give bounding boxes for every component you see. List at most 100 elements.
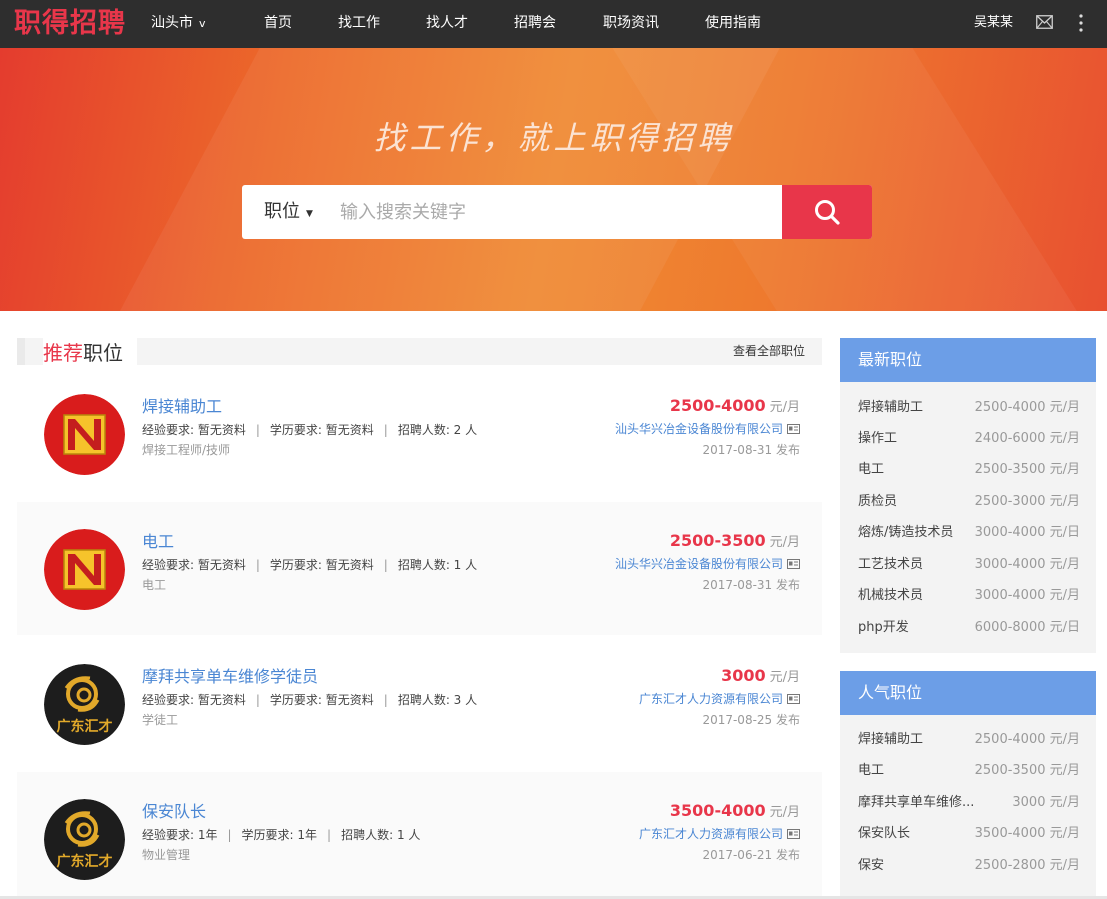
- latest-job-salary: 3000-4000 元/月: [974, 557, 1080, 572]
- search-icon: [815, 200, 840, 225]
- post-date: 2017-08-31 发布: [702, 578, 800, 592]
- latest-job-row[interactable]: 工艺技术员 3000-4000 元/月: [858, 556, 1080, 574]
- latest-jobs-panel: 最新职位 焊接辅助工 2500-4000 元/月 操作工 2400-6000 元/月…: [840, 338, 1096, 653]
- hire-count: 招聘人数: 2 人: [397, 423, 478, 437]
- job-title[interactable]: 电工: [142, 532, 174, 552]
- nav-item-find-talent[interactable]: 找人才: [426, 14, 468, 32]
- company-logo[interactable]: 广东汇才: [44, 799, 125, 880]
- job-requirements: 经验要求: 暂无资料 | 学历要求: 暂无资料 | 招聘人数: 1 人: [142, 558, 478, 572]
- popular-job-name: 焊接辅助工: [858, 732, 924, 747]
- search-type-dropdown[interactable]: 职位 ▼: [264, 201, 313, 225]
- salary-amount: 3000: [721, 666, 766, 685]
- job-category: 焊接工程师/技师: [142, 443, 231, 457]
- hire-count: 招聘人数: 1 人: [397, 558, 478, 572]
- company-link[interactable]: 汕头华兴冶金设备股份有限公司: [615, 421, 800, 437]
- latest-job-salary: 2500-3500 元/月: [974, 462, 1080, 477]
- company-logo[interactable]: [44, 394, 125, 475]
- exp-requirement: 经验要求: 暂无资料: [142, 423, 246, 437]
- company-logo[interactable]: 广东汇才: [44, 664, 125, 745]
- search-type-label: 职位: [264, 201, 300, 222]
- company-link[interactable]: 广东汇才人力资源有限公司: [639, 826, 800, 842]
- hero-slogan: 找工作，就上职得招聘: [373, 119, 734, 157]
- popular-job-name: 电工: [858, 763, 885, 778]
- latest-job-name: 操作工: [858, 431, 898, 446]
- job-requirements: 经验要求: 1年 | 学历要求: 1年 | 招聘人数: 1 人: [142, 828, 421, 842]
- company-name: 广东汇才人力资源有限公司: [638, 827, 783, 841]
- job-category: 电工: [142, 578, 167, 592]
- latest-job-row[interactable]: 焊接辅助工 2500-4000 元/月: [858, 399, 1080, 417]
- chevron-down-icon: v: [199, 17, 206, 30]
- hire-count: 招聘人数: 1 人: [341, 828, 421, 842]
- city-label: 汕头市: [151, 15, 193, 31]
- company-logo[interactable]: [44, 529, 125, 610]
- job-card[interactable]: 焊接辅助工 经验要求: 暂无资料 | 学历要求: 暂无资料 | 招聘人数: 2 人 焊接…: [17, 367, 822, 500]
- section-title-highlight: 推荐: [43, 341, 83, 365]
- job-title[interactable]: 保安队长: [142, 802, 206, 822]
- post-date: 2017-08-31 发布: [702, 443, 800, 457]
- popular-job-row[interactable]: 保安队长 3500-4000 元/月: [858, 825, 1080, 843]
- job-card[interactable]: 电工 经验要求: 暂无资料 | 学历要求: 暂无资料 | 招聘人数: 1 人 电工 25…: [17, 502, 822, 635]
- job-title[interactable]: 摩拜共享单车维修学徒员: [142, 667, 318, 687]
- company-name: 汕头华兴冶金设备股份有限公司: [614, 422, 783, 436]
- latest-job-row[interactable]: 电工 2500-3500 元/月: [858, 461, 1080, 479]
- latest-job-row[interactable]: 操作工 2400-6000 元/月: [858, 430, 1080, 448]
- job-card[interactable]: 广东汇才 摩拜共享单车维修学徒员 经验要求: 暂无资料 | 学历要求: 暂无资料 | 招…: [17, 637, 822, 770]
- salary-amount: 3500-4000: [669, 801, 766, 820]
- job-category: 学徒工: [142, 713, 179, 727]
- job-title[interactable]: 焊接辅助工: [142, 397, 222, 417]
- company-name: 广东汇才人力资源有限公司: [638, 692, 783, 706]
- latest-job-name: 质检员: [858, 494, 898, 509]
- recommended-header: 推荐职位 查看全部职位: [17, 338, 822, 368]
- nav-item-guide[interactable]: 使用指南: [705, 14, 761, 32]
- popular-job-row[interactable]: 摩拜共享单车维修... 3000 元/月: [858, 794, 1080, 812]
- latest-job-name: 焊接辅助工: [858, 400, 924, 415]
- latest-job-row[interactable]: 质检员 2500-3000 元/月: [858, 493, 1080, 511]
- latest-job-row[interactable]: 熔炼/铸造技术员 3000-4000 元/日: [858, 524, 1080, 542]
- nav-item-career-news[interactable]: 职场资讯: [603, 14, 659, 32]
- popular-jobs-title: 人气职位: [840, 671, 1096, 715]
- view-all-jobs-link[interactable]: 查看全部职位: [733, 343, 805, 359]
- latest-job-salary: 6000-8000 元/日: [974, 620, 1080, 635]
- salary-unit: 元/月: [769, 400, 800, 415]
- user-name[interactable]: 吴某某: [974, 15, 1013, 31]
- edu-requirement: 学历要求: 暂无资料: [269, 693, 374, 707]
- popular-job-salary: 2500-3500 元/月: [974, 763, 1080, 778]
- latest-job-salary: 2400-6000 元/月: [974, 431, 1080, 446]
- job-category: 物业管理: [142, 848, 191, 862]
- edu-requirement: 学历要求: 1年: [241, 828, 318, 842]
- nav-item-find-job[interactable]: 找工作: [338, 14, 380, 32]
- popular-job-salary: 3000 元/月: [1012, 795, 1080, 810]
- salary-unit: 元/月: [769, 535, 800, 550]
- id-card-icon: [787, 559, 800, 569]
- latest-job-row[interactable]: 机械技术员 3000-4000 元/月: [858, 587, 1080, 605]
- latest-job-row[interactable]: php开发 6000-8000 元/日: [858, 619, 1080, 637]
- section-title-rest: 职位: [83, 341, 123, 365]
- job-requirements: 经验要求: 暂无资料 | 学历要求: 暂无资料 | 招聘人数: 3 人: [142, 693, 478, 707]
- exp-requirement: 经验要求: 暂无资料: [142, 693, 246, 707]
- site-logo[interactable]: 职得招聘: [14, 6, 126, 42]
- popular-job-row[interactable]: 保安 2500-2800 元/月: [858, 857, 1080, 875]
- hero-banner: 找工作，就上职得招聘 职位 ▼: [0, 48, 1107, 311]
- mail-icon[interactable]: [1036, 15, 1053, 29]
- exp-requirement: 经验要求: 暂无资料: [142, 558, 246, 572]
- company-link[interactable]: 广东汇才人力资源有限公司: [639, 691, 800, 707]
- edu-requirement: 学历要求: 暂无资料: [269, 423, 374, 437]
- post-date: 2017-06-21 发布: [702, 848, 800, 862]
- latest-job-salary: 2500-3000 元/月: [974, 494, 1080, 509]
- more-vertical-icon[interactable]: [1074, 13, 1088, 33]
- popular-job-row[interactable]: 焊接辅助工 2500-4000 元/月: [858, 731, 1080, 749]
- search-input[interactable]: [340, 185, 780, 239]
- company-link[interactable]: 汕头华兴冶金设备股份有限公司: [615, 556, 800, 572]
- search-button[interactable]: [782, 185, 872, 239]
- nav-item-job-fair[interactable]: 招聘会: [514, 14, 556, 32]
- city-selector[interactable]: 汕头市 v: [151, 14, 206, 33]
- job-card[interactable]: 广东汇才 保安队长 经验要求: 1年 | 学历要求: 1年 | 招聘人数: 1 人 物业…: [17, 772, 822, 896]
- popular-job-row[interactable]: 电工 2500-3500 元/月: [858, 762, 1080, 780]
- popular-job-salary: 2500-4000 元/月: [974, 732, 1080, 747]
- popular-job-name: 保安: [858, 858, 885, 873]
- section-title: 推荐职位: [43, 338, 137, 368]
- nav-item-home[interactable]: 首页: [264, 14, 292, 32]
- latest-jobs-title: 最新职位: [840, 338, 1096, 382]
- job-requirements: 经验要求: 暂无资料 | 学历要求: 暂无资料 | 招聘人数: 2 人: [142, 423, 478, 437]
- popular-job-name: 摩拜共享单车维修...: [858, 795, 975, 810]
